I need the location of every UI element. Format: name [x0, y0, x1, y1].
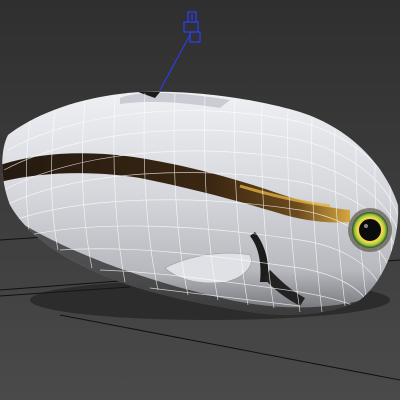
- fish-eye: [348, 208, 392, 252]
- 3d-viewport[interactable]: [0, 0, 400, 400]
